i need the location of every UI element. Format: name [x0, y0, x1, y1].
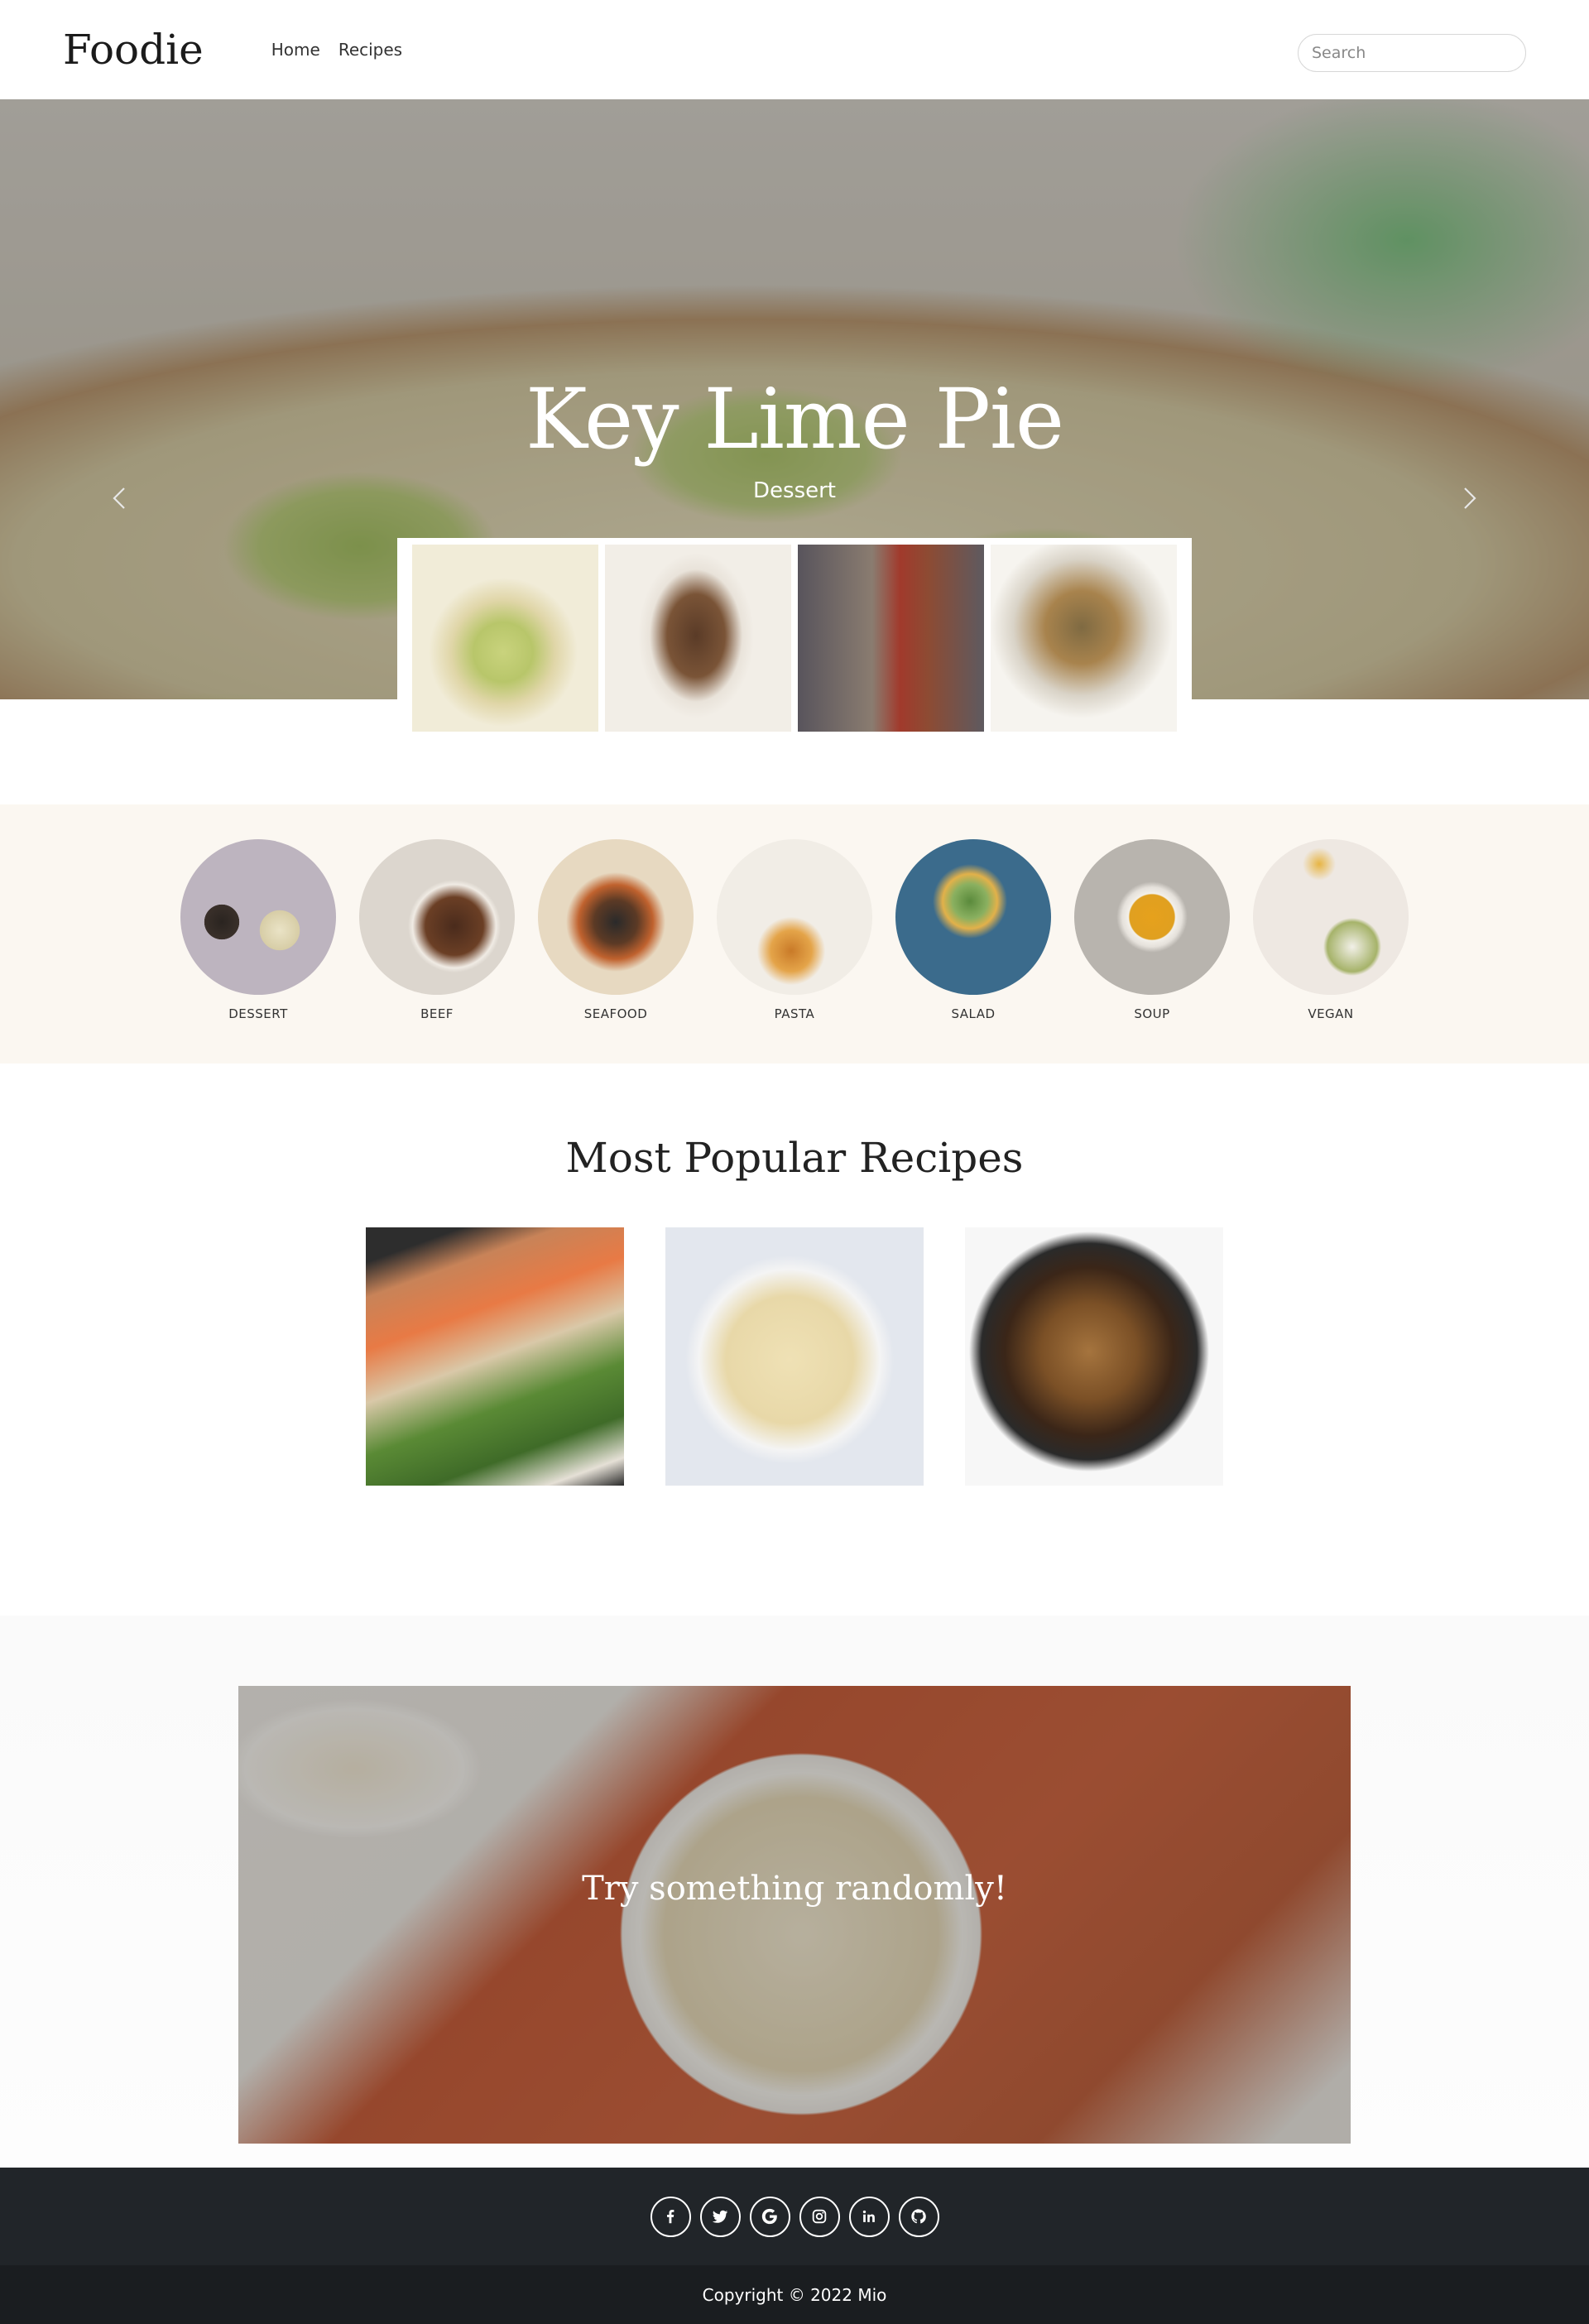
category-pasta[interactable]: PASTA: [717, 839, 872, 1064]
random-recipe-section: Try something randomly!: [0, 1616, 1589, 2168]
category-image: [717, 839, 872, 995]
instagram-link[interactable]: [799, 2196, 840, 2237]
social-links: [0, 2168, 1589, 2265]
chevron-right-icon: [1464, 487, 1476, 509]
github-icon: [911, 2209, 926, 2224]
thumbnail-key-lime-pie[interactable]: [412, 545, 598, 732]
google-icon: [761, 2208, 777, 2225]
category-dessert[interactable]: DESSERT: [180, 839, 336, 1064]
category-salad[interactable]: SALAD: [895, 839, 1051, 1064]
carousel-thumbnails: [397, 538, 1192, 732]
category-label: SEAFOOD: [583, 1006, 648, 1021]
recipe-card-cheesecake[interactable]: [965, 1227, 1223, 1486]
linkedin-icon: [862, 2210, 875, 2222]
category-seafood[interactable]: SEAFOOD: [538, 839, 694, 1064]
nav-links: Home Recipes: [271, 40, 402, 60]
footer: Copyright © 2022 Mio: [0, 2168, 1589, 2324]
category-label: SOUP: [1134, 1006, 1170, 1021]
recipe-card-salmon[interactable]: [366, 1227, 624, 1486]
category-label: SALAD: [951, 1006, 996, 1021]
nav-link-home[interactable]: Home: [271, 40, 320, 60]
category-label: PASTA: [774, 1006, 815, 1021]
search-input[interactable]: [1298, 34, 1526, 72]
instagram-icon: [812, 2209, 827, 2224]
category-image: [895, 839, 1051, 995]
category-label: BEEF: [420, 1006, 454, 1021]
section-title: Most Popular Recipes: [565, 1134, 1024, 1182]
category-beef[interactable]: BEEF: [359, 839, 515, 1064]
random-recipe-text: Try something randomly!: [582, 1870, 1007, 1908]
popular-recipes-section: Most Popular Recipes: [0, 1064, 1589, 1616]
category-image: [359, 839, 515, 995]
category-label: VEGAN: [1308, 1006, 1354, 1021]
carousel-prev-button[interactable]: [103, 482, 137, 515]
linkedin-link[interactable]: [848, 2196, 890, 2237]
twitter-link[interactable]: [699, 2196, 741, 2237]
popular-recipes-grid: [0, 1227, 1589, 1486]
chevron-left-icon: [113, 487, 125, 509]
thumbnail-beef-dish[interactable]: [605, 545, 791, 732]
recipe-card-fettuccine[interactable]: [665, 1227, 924, 1486]
brand-logo[interactable]: Foodie: [63, 26, 204, 74]
category-label: DESSERT: [228, 1006, 288, 1021]
copyright: Copyright © 2022 Mio: [0, 2265, 1589, 2324]
category-soup[interactable]: SOUP: [1074, 839, 1230, 1064]
facebook-link[interactable]: [650, 2196, 691, 2237]
carousel-next-button[interactable]: [1452, 482, 1486, 515]
category-vegan[interactable]: VEGAN: [1253, 839, 1409, 1064]
twitter-icon: [712, 2210, 728, 2223]
hero-title: Key Lime Pie: [525, 371, 1064, 468]
category-image: [180, 839, 336, 995]
category-image: [538, 839, 694, 995]
thumbnail-chickpea-wrap[interactable]: [798, 545, 984, 732]
navbar: Foodie Home Recipes: [0, 0, 1589, 99]
github-link[interactable]: [898, 2196, 939, 2237]
nav-link-recipes[interactable]: Recipes: [338, 40, 402, 60]
hero-subtitle: Dessert: [753, 478, 836, 503]
category-image: [1253, 839, 1409, 995]
thumbnail-chicken-bowl[interactable]: [991, 545, 1177, 732]
category-list: DESSERT BEEF SEAFOOD PASTA SALAD SOUP VE…: [0, 804, 1589, 1064]
facebook-icon: [667, 2210, 674, 2224]
category-image: [1074, 839, 1230, 995]
random-recipe-banner[interactable]: Try something randomly!: [238, 1686, 1351, 2144]
google-link[interactable]: [749, 2196, 790, 2237]
